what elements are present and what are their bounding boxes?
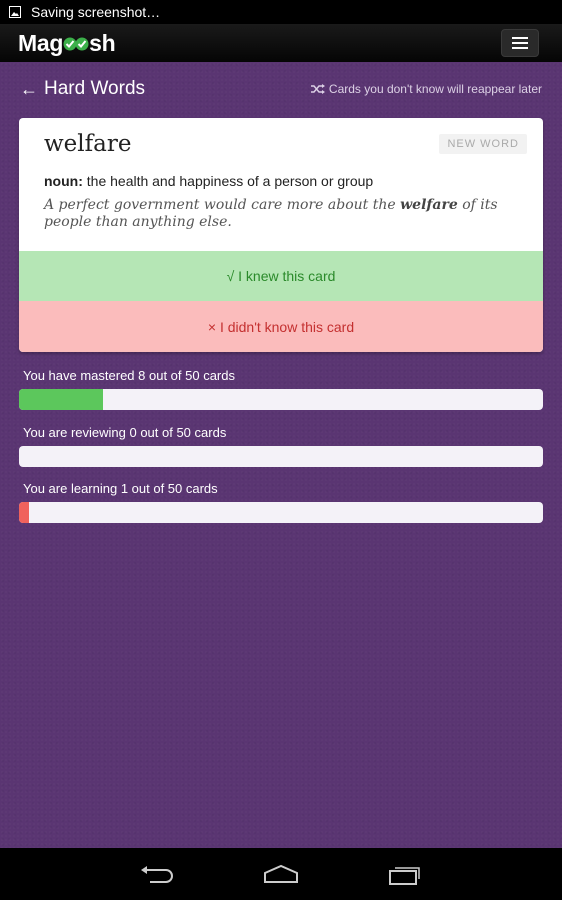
image-icon — [9, 6, 21, 18]
shuffle-icon — [310, 84, 325, 94]
progress-track — [19, 446, 543, 467]
progress-track — [19, 502, 543, 523]
reviewing-progress: You are reviewing 0 out of 50 cards — [19, 425, 543, 467]
nav-recents-button[interactable] — [385, 859, 425, 889]
back-icon — [141, 866, 173, 883]
title-row: ← Hard Words Cards you don't know will r… — [20, 78, 542, 102]
recents-icon — [389, 867, 420, 885]
checkmarks-icon — [63, 37, 89, 51]
example-before: A perfect government would care more abo… — [44, 197, 401, 213]
main-content: ← Hard Words Cards you don't know will r… — [0, 62, 562, 848]
system-nav-bar — [0, 848, 562, 900]
home-icon — [264, 864, 298, 883]
status-bar: Saving screenshot… — [0, 0, 562, 24]
progress-label: You are learning 1 out of 50 cards — [23, 481, 218, 496]
new-word-badge: NEW WORD — [439, 134, 527, 154]
app-header: Mag sh — [0, 24, 562, 62]
card-definition: noun: the health and happiness of a pers… — [44, 173, 373, 189]
reappear-hint: Cards you don't know will reappear later — [310, 82, 542, 96]
hint-text: Cards you don't know will reappear later — [328, 82, 542, 96]
logo-text-right: sh — [89, 29, 116, 56]
hamburger-icon — [512, 37, 528, 49]
menu-button[interactable] — [501, 29, 539, 57]
magoosh-logo[interactable]: Mag sh — [18, 29, 116, 57]
page-title: Hard Words — [44, 78, 146, 99]
progress-fill — [19, 502, 30, 523]
didnt-know-card-button[interactable]: × I didn't know this card — [19, 301, 543, 352]
logo-text-left: Mag — [18, 29, 64, 56]
status-text: Saving screenshot… — [31, 4, 161, 20]
progress-label: You are reviewing 0 out of 50 cards — [23, 425, 227, 440]
part-of-speech: noun: — [44, 173, 83, 189]
flashcard: welfare NEW WORD noun: the health and ha… — [19, 118, 543, 352]
knew-card-button[interactable]: √ I knew this card — [19, 251, 543, 301]
back-arrow-icon: ← — [20, 78, 38, 99]
card-word: welfare — [44, 131, 132, 157]
nav-back-button[interactable] — [137, 859, 177, 889]
progress-fill — [19, 389, 103, 410]
example-word: welfare — [400, 197, 458, 213]
card-example: A perfect government would care more abo… — [44, 197, 514, 231]
mastered-progress: You have mastered 8 out of 50 cards — [19, 368, 543, 410]
learning-progress: You are learning 1 out of 50 cards — [19, 481, 543, 523]
progress-label: You have mastered 8 out of 50 cards — [23, 368, 235, 383]
progress-track — [19, 389, 543, 410]
nav-home-button[interactable] — [261, 859, 301, 889]
back-link[interactable]: ← Hard Words — [20, 78, 145, 100]
definition-text: the health and happiness of a person or … — [82, 173, 374, 189]
